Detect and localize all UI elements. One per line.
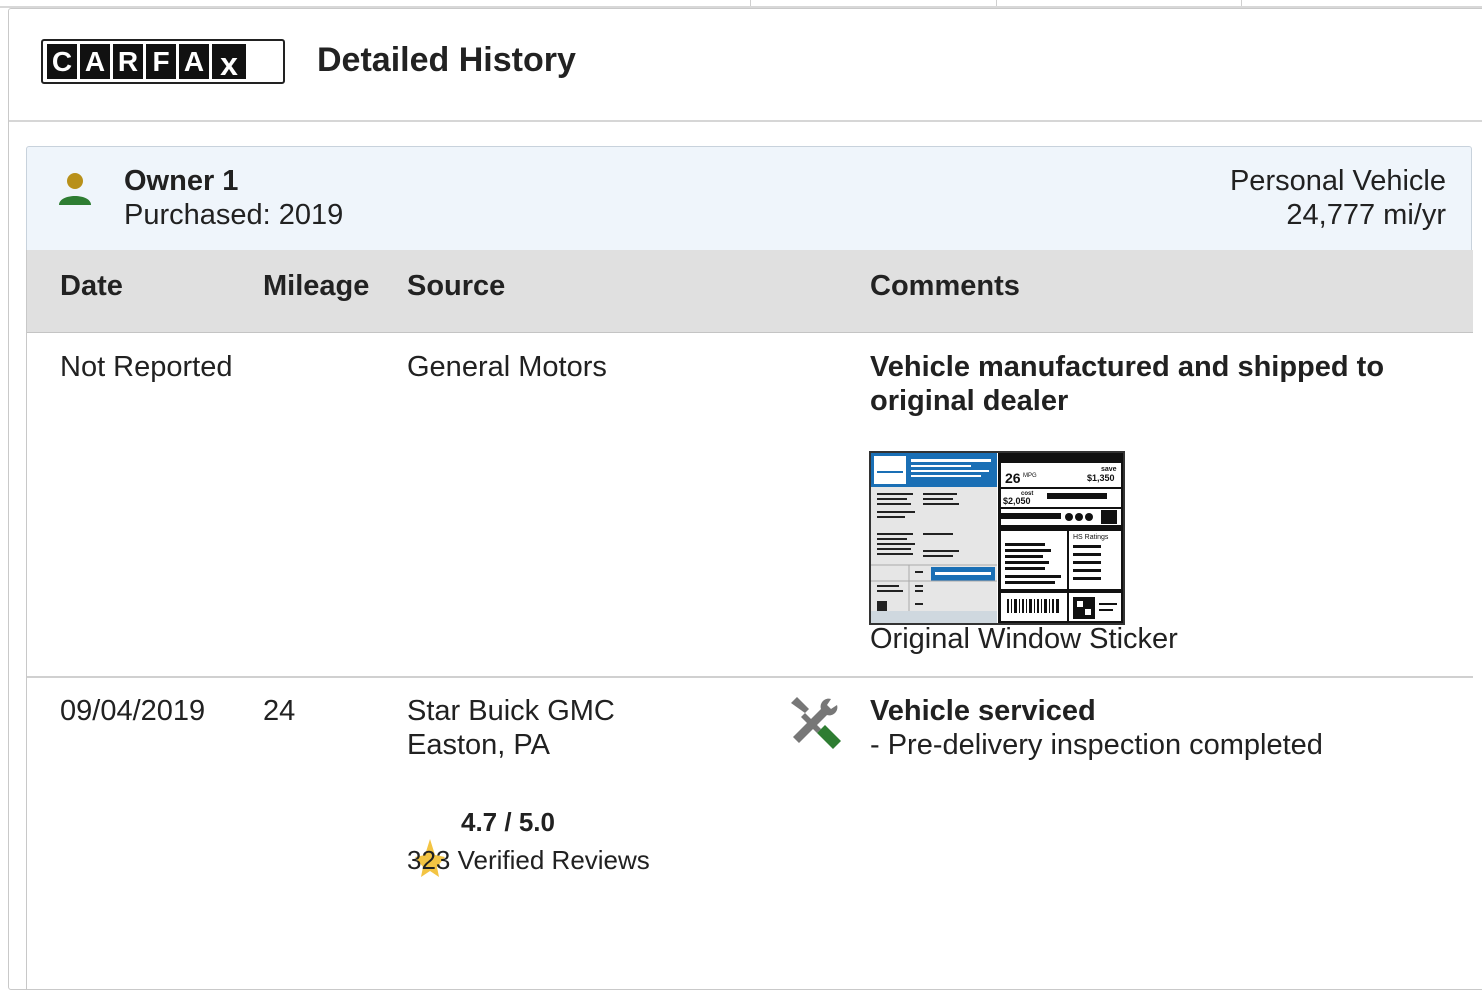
row-mileage: 24	[263, 695, 296, 727]
window-sticker-caption[interactable]: Original Window Sticker	[870, 623, 1178, 656]
row-comment-detail: - Pre-delivery inspection completed	[870, 729, 1323, 761]
row-date: Not Reported	[60, 351, 233, 383]
column-header-comments[interactable]: Comments	[870, 270, 1020, 303]
sticker-mpg: 26	[1005, 470, 1021, 486]
section-header: C A R F A X Detailed History	[9, 9, 1482, 122]
logo-letter: X	[212, 44, 246, 80]
dealer-reviews-link[interactable]: 323 Verified Reviews	[407, 845, 650, 876]
sticker-save-label: save	[1101, 466, 1117, 473]
tab-divider	[996, 0, 997, 6]
column-header-mileage[interactable]: Mileage	[263, 270, 369, 303]
sticker-mpg-unit: MPG	[1023, 473, 1037, 479]
window-sticker-thumbnail[interactable]: 26 MPG save $1,350 cost $2,050 HS Rating…	[869, 451, 1125, 625]
sticker-save-value: $1,350	[1087, 473, 1115, 483]
wrench-screwdriver-icon	[791, 697, 841, 749]
owner-purchased: Purchased: 2019	[124, 199, 344, 231]
carfax-logo: C A R F A X	[41, 39, 285, 84]
vehicle-use-type: Personal Vehicle	[1229, 165, 1446, 197]
owner-name: Owner 1	[124, 165, 239, 197]
miles-per-year: 24,777 mi/yr	[1286, 199, 1446, 231]
logo-letter: A	[179, 44, 209, 79]
page-title: Detailed History	[317, 41, 576, 79]
dealer-location: Easton, PA	[407, 729, 550, 761]
row-comment-title: Vehicle manufactured and shipped to orig…	[870, 351, 1385, 417]
row-source: General Motors	[407, 351, 607, 383]
history-table: Date Mileage Source Comments Not Reporte…	[26, 250, 1473, 990]
column-header-source[interactable]: Source	[407, 270, 505, 303]
tab-divider	[1241, 0, 1242, 6]
person-icon	[59, 173, 91, 205]
sticker-cost-value: $2,050	[1003, 496, 1031, 506]
table-row: Not Reported General Motors Vehicle manu…	[27, 333, 1473, 678]
history-panel: C A R F A X Detailed History Owner 1 Pur…	[8, 8, 1482, 990]
logo-letter: F	[146, 44, 176, 79]
dealer-rating: 4.7 / 5.0	[461, 807, 555, 837]
logo-letter: A	[80, 44, 110, 79]
column-header-date[interactable]: Date	[60, 270, 123, 303]
logo-letter: C	[47, 44, 77, 79]
row-comment-title: Vehicle serviced	[870, 695, 1096, 727]
table-row: 09/04/2019 24 Star Buick GMC Easton, PA …	[27, 677, 1473, 997]
owner-summary: Owner 1 Purchased: 2019 Personal Vehicle…	[26, 146, 1472, 251]
row-date: 09/04/2019	[60, 695, 206, 727]
table-header: Date Mileage Source Comments	[27, 250, 1473, 333]
dealer-name[interactable]: Star Buick GMC	[407, 694, 615, 728]
logo-letter: R	[113, 44, 143, 79]
tab-divider	[750, 0, 751, 6]
top-tab-strip	[0, 0, 1482, 8]
window-sticker-image: 26 MPG save $1,350 cost $2,050 HS Rating…	[871, 453, 1123, 623]
sticker-ratings-label: HS Ratings	[1073, 534, 1109, 541]
